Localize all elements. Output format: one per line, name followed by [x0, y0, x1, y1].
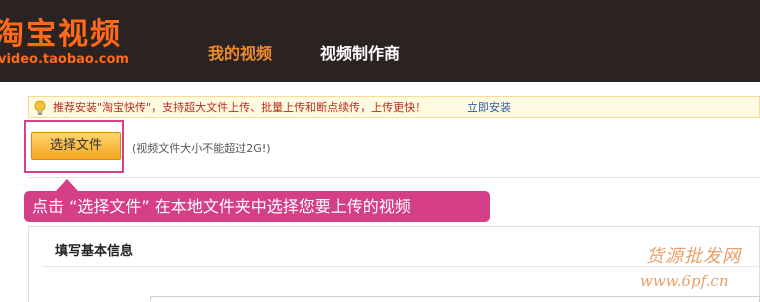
basic-info-title: 填写基本信息 — [55, 244, 134, 259]
nav-video-makers[interactable]: 视频制作商 — [320, 40, 400, 64]
top-header: 淘宝视频 video.taobao.com 我的视频 视频制作商 — [0, 0, 760, 82]
file-size-hint: (视频文件大小不能超过2G!) — [132, 142, 271, 155]
install-notice-bar: 推荐安装"淘宝快传"，支持超大文件上传、批量上传和断点续传，上传更快！ 立即安装 — [28, 96, 760, 118]
lightbulb-icon — [33, 100, 47, 116]
watermark-url: www.6pf.cn — [640, 272, 729, 290]
logo-title[interactable]: 淘宝视频 — [0, 18, 122, 52]
nav-my-videos[interactable]: 我的视频 — [208, 40, 272, 64]
form-input-field[interactable] — [150, 296, 760, 302]
logo-url[interactable]: video.taobao.com — [0, 52, 129, 67]
instruction-callout: 点击 “选择文件” 在本地文件夹中选择您要上传的视频 — [24, 191, 490, 222]
install-now-link[interactable]: 立即安装 — [467, 97, 511, 119]
section-divider — [28, 177, 760, 178]
watermark-text: 货源批发网 — [646, 246, 741, 267]
notice-text: 推荐安装"淘宝快传"，支持超大文件上传、批量上传和断点续传，上传更快！ — [53, 101, 427, 114]
select-file-button[interactable]: 选择文件 — [31, 132, 121, 160]
callout-arrow — [56, 179, 78, 191]
